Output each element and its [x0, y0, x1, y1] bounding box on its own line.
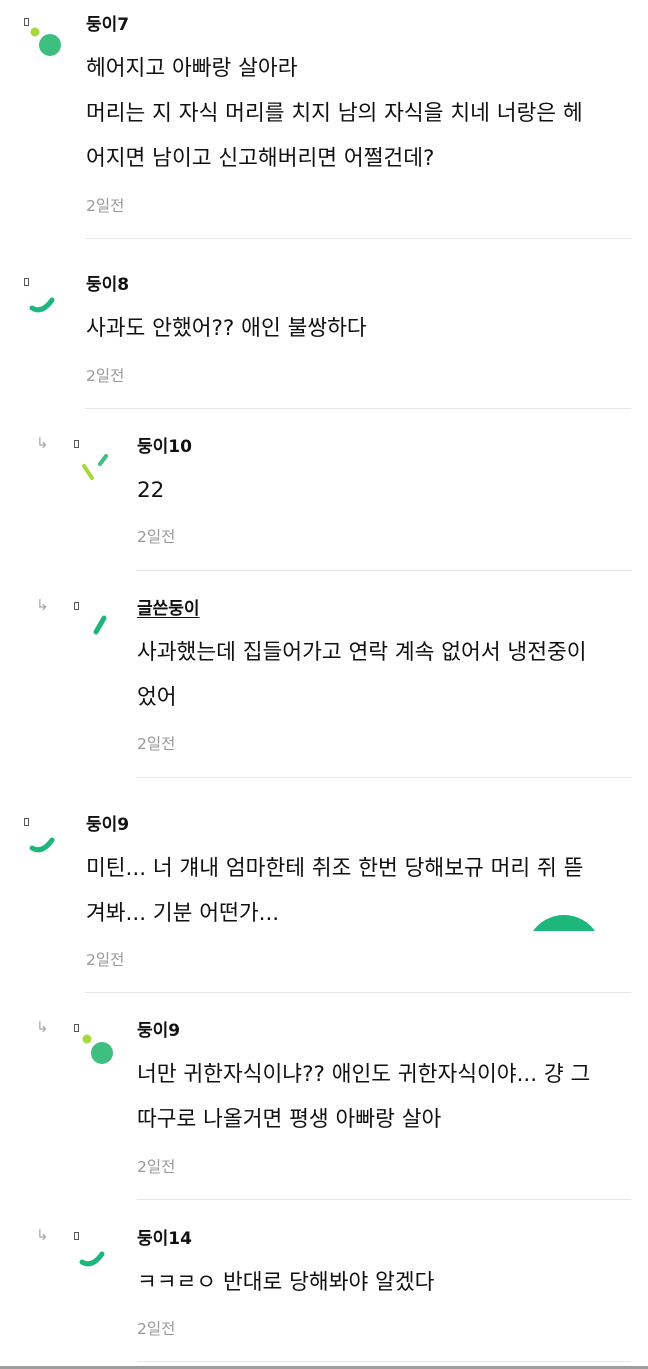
reply-arrow-icon: ↳ — [36, 1226, 49, 1244]
reply-arrow-icon: ↳ — [36, 1018, 49, 1036]
comment-time: 2일전 — [137, 528, 176, 546]
comment-line: 헤어지고 아빠랑 살아라 — [86, 56, 298, 81]
comment-line: ㅋㅋㄹㅇ 반대로 당해봐야 알겠다 — [137, 1270, 435, 1295]
comment-author[interactable]: 둥이9 — [86, 814, 129, 836]
divider — [137, 1199, 631, 1200]
divider — [137, 1361, 631, 1362]
divider — [85, 238, 631, 239]
comment-line: 었어 — [137, 685, 177, 710]
divider — [85, 408, 631, 409]
comment-line: 사과했는데 집들어가고 연락 계속 없어서 냉전중이 — [137, 640, 587, 665]
comment-line: 너만 귀한자식이냐?? 애인도 귀한자식이야... 걍 그 — [137, 1062, 591, 1087]
comment-author[interactable]: 둥이14 — [137, 1228, 192, 1250]
comment-author[interactable]: 둥이9 — [137, 1020, 180, 1042]
comment-time: 2일전 — [86, 951, 125, 969]
comment-author[interactable]: 둥이8 — [86, 274, 129, 296]
reply-arrow-icon: ↳ — [36, 596, 49, 614]
comment-line: 사과도 안했어?? 애인 불쌍하다 — [86, 316, 367, 341]
comment-author[interactable]: 둥이10 — [137, 436, 192, 458]
comment-line: 어지면 남이고 신고해버리면 어쩔건데? — [86, 146, 435, 171]
comment-time: 2일전 — [137, 735, 176, 753]
comment-line: 미틴... 너 걔내 엄마한테 취조 한번 당해보규 머리 쥐 뜯 — [86, 856, 584, 881]
comment-line: 머리는 지 자식 머리를 치지 남의 자식을 치네 너랑은 헤 — [86, 101, 583, 126]
dots-avatar-icon[interactable] — [78, 1026, 126, 1074]
comment-time: 2일전 — [86, 197, 125, 215]
divider — [137, 570, 631, 571]
smile-arc-avatar-icon[interactable] — [24, 280, 72, 328]
comment-body: 헤어지고 아빠랑 살아라 머리는 지 자식 머리를 치지 남의 자식을 치네 너… — [86, 46, 583, 181]
comment-body: 22 — [137, 468, 164, 513]
slash-avatar-icon[interactable] — [78, 604, 126, 652]
comment-body: 사과했는데 집들어가고 연락 계속 없어서 냉전중이 었어 — [137, 630, 587, 720]
divider — [137, 777, 631, 778]
comment-line: 겨봐... 기분 어떤가... — [86, 901, 280, 926]
comment-author-op[interactable]: 글쓴둥이 — [137, 598, 200, 620]
comment-body: 사과도 안했어?? 애인 불쌍하다 — [86, 306, 367, 351]
comment-line: 22 — [137, 478, 165, 503]
comment-time: 2일전 — [86, 367, 125, 385]
dashes-avatar-icon[interactable] — [78, 442, 126, 490]
comment-line: 따구로 나올거면 평생 아빠랑 살아 — [137, 1107, 442, 1132]
comment-body: 너만 귀한자식이냐?? 애인도 귀한자식이야... 걍 그 따구로 나올거면 평… — [137, 1052, 590, 1142]
floating-write-button[interactable] — [526, 915, 602, 931]
smile-arc-avatar-icon[interactable] — [24, 820, 72, 868]
comment-body: ㅋㅋㄹㅇ 반대로 당해봐야 알겠다 — [137, 1260, 434, 1305]
comment-author[interactable]: 둥이7 — [86, 14, 129, 36]
comment-time: 2일전 — [137, 1158, 176, 1176]
divider — [85, 992, 631, 993]
comment-body: 미틴... 너 걔내 엄마한테 취조 한번 당해보규 머리 쥐 뜯 겨봐... … — [86, 846, 583, 936]
comment-time: 2일전 — [137, 1320, 176, 1338]
dots-avatar-icon[interactable] — [27, 20, 75, 68]
reply-arrow-icon: ↳ — [36, 434, 49, 452]
smile-arc-avatar-icon[interactable] — [74, 1234, 122, 1282]
